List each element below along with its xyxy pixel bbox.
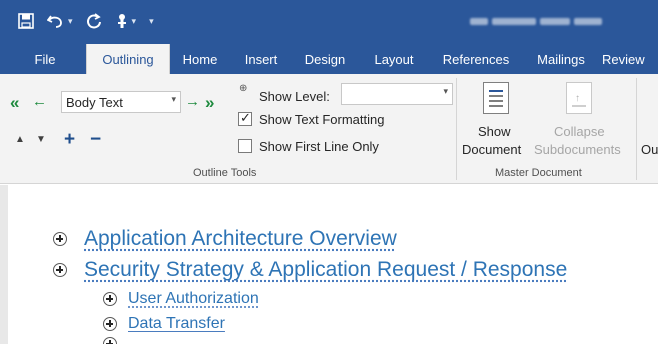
expand-plus-icon[interactable] xyxy=(103,337,117,344)
promote-to-heading1-icon[interactable]: « xyxy=(10,93,19,113)
ribbon-tabs: File Outlining Home Insert Design Layout… xyxy=(0,44,658,74)
outline-level-value: Body Text xyxy=(66,95,123,110)
outline-heading-1-text: Security Strategy & Application Request … xyxy=(84,258,568,281)
arrow-up-icon: ↑ xyxy=(575,93,580,104)
outline-heading-1[interactable]: Security Strategy & Application Request … xyxy=(53,258,567,282)
tab-home[interactable]: Home xyxy=(172,44,228,74)
show-text-formatting-checkbox[interactable] xyxy=(238,110,252,126)
collapse-subdocuments-label-2: Subdocuments xyxy=(534,142,621,157)
close-outline-view-partial-label[interactable]: Ou xyxy=(641,142,658,157)
document-title-blurred xyxy=(470,14,620,28)
tab-design[interactable]: Design xyxy=(294,44,356,74)
group-separator xyxy=(456,78,457,180)
outline-tools-group-label: Outline Tools xyxy=(193,167,257,179)
show-document-icon[interactable] xyxy=(483,82,509,114)
chevron-down-icon: ▾ xyxy=(443,86,448,96)
outline-heading-2[interactable]: Data Transfer xyxy=(103,315,225,333)
title-bar: ▾ ▾ ▾ xyxy=(0,0,658,44)
tab-outlining[interactable]: Outlining xyxy=(86,44,170,74)
show-level-label: Show Level: xyxy=(259,89,330,104)
ribbon: « ← Body Text ▾ → » ▲ ▼ + − ⊕ Show Level… xyxy=(0,74,658,184)
show-level-icon: ⊕ xyxy=(239,83,248,94)
collapse-subdocuments-icon[interactable]: ↑ xyxy=(566,82,592,114)
promote-icon[interactable]: ← xyxy=(32,93,47,110)
outline-heading-2-partial xyxy=(103,337,117,344)
show-text-formatting-label: Show Text Formatting xyxy=(259,112,385,127)
tab-references[interactable]: References xyxy=(434,44,518,74)
tab-mailings[interactable]: Mailings xyxy=(524,44,598,74)
save-icon[interactable] xyxy=(18,11,34,31)
expand-plus-icon[interactable] xyxy=(103,292,117,306)
outline-level-dropdown[interactable]: Body Text ▾ xyxy=(61,91,181,113)
customize-qat-icon[interactable]: ▾ xyxy=(149,11,154,31)
undo-icon[interactable]: ▾ xyxy=(47,11,73,31)
expand-icon[interactable]: + xyxy=(64,129,75,151)
demote-icon[interactable]: → xyxy=(185,93,200,110)
outline-heading-1-text: Application Architecture Overview xyxy=(84,227,397,250)
show-first-line-only-label: Show First Line Only xyxy=(259,139,379,154)
show-level-dropdown[interactable]: ▾ xyxy=(341,83,453,105)
collapse-subdocuments-label-1: Collapse xyxy=(554,124,605,139)
tab-file[interactable]: File xyxy=(20,44,70,74)
expand-plus-icon[interactable] xyxy=(53,232,67,246)
expand-plus-icon[interactable] xyxy=(103,317,117,331)
outline-heading-2-text: User Authorization xyxy=(128,290,259,307)
expand-plus-icon[interactable] xyxy=(53,263,67,277)
tab-insert[interactable]: Insert xyxy=(232,44,290,74)
master-document-group-label: Master Document xyxy=(495,167,582,179)
repeat-icon[interactable] xyxy=(86,11,102,31)
show-first-line-only-checkbox[interactable] xyxy=(238,139,252,153)
outline-heading-1[interactable]: Application Architecture Overview xyxy=(53,227,397,251)
tab-layout[interactable]: Layout xyxy=(360,44,428,74)
outline-heading-2[interactable]: User Authorization xyxy=(103,290,259,308)
group-separator xyxy=(636,78,637,180)
left-margin-strip xyxy=(0,185,8,344)
collapse-icon[interactable]: − xyxy=(90,129,101,151)
move-down-icon[interactable]: ▼ xyxy=(36,134,46,145)
move-up-icon[interactable]: ▲ xyxy=(15,134,25,145)
demote-to-body-text-icon[interactable]: » xyxy=(205,93,214,113)
touch-mode-icon[interactable]: ▾ xyxy=(115,11,136,31)
show-document-label-1: Show xyxy=(478,124,511,139)
tab-review[interactable]: Review xyxy=(598,44,658,74)
chevron-down-icon: ▾ xyxy=(171,94,176,104)
show-document-label-2: Document xyxy=(462,142,522,157)
outline-heading-2-text: Data Transfer xyxy=(128,315,225,332)
quick-access-toolbar: ▾ ▾ ▾ xyxy=(18,10,154,32)
